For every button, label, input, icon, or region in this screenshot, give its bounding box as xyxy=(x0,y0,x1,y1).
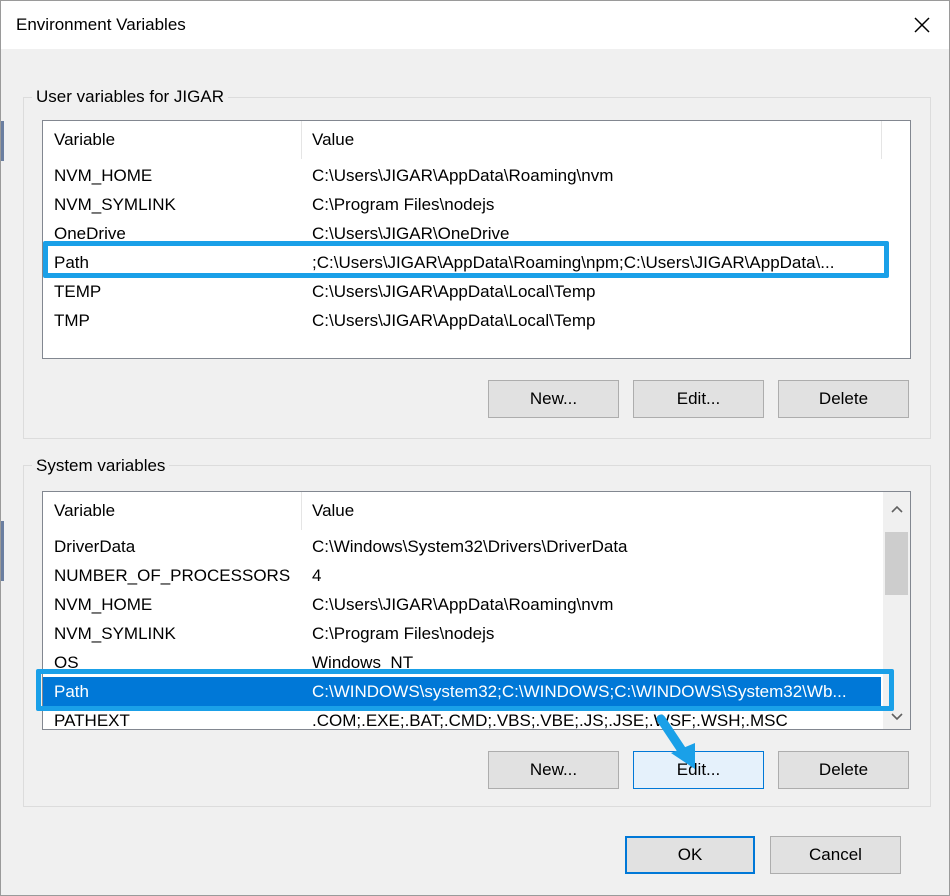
user-list-header: Variable Value xyxy=(43,121,910,159)
system-variables-list[interactable]: Variable Value DriverData C:\Windows\Sys… xyxy=(42,491,911,730)
list-item[interactable]: NUMBER_OF_PROCESSORS 4 xyxy=(43,561,881,590)
list-item-path-selected[interactable]: Path C:\WINDOWS\system32;C:\WINDOWS;C:\W… xyxy=(43,677,881,706)
user-variables-list[interactable]: Variable Value NVM_HOME C:\Users\JIGAR\A… xyxy=(42,120,911,359)
user-edit-button[interactable]: Edit... xyxy=(633,380,764,418)
user-delete-button[interactable]: Delete xyxy=(778,380,909,418)
title-bar: Environment Variables xyxy=(1,1,949,49)
chevron-down-icon xyxy=(890,712,903,720)
list-item[interactable]: NVM_HOME C:\Users\JIGAR\AppData\Roaming\… xyxy=(43,590,881,619)
list-item[interactable]: NVM_SYMLINK C:\Program Files\nodejs xyxy=(43,619,881,648)
system-list-scrollbar[interactable] xyxy=(883,492,910,729)
window-title: Environment Variables xyxy=(16,15,186,34)
arrow-annotation-icon xyxy=(656,714,695,769)
list-item[interactable]: TMP C:\Users\JIGAR\AppData\Local\Temp xyxy=(43,306,910,335)
environment-variables-dialog: Environment Variables User variables for… xyxy=(0,0,950,896)
ok-button[interactable]: OK xyxy=(625,836,755,874)
background-window-edge xyxy=(1,521,4,581)
user-variables-group-label: User variables for JIGAR xyxy=(32,87,228,107)
list-item[interactable]: NVM_HOME C:\Users\JIGAR\AppData\Roaming\… xyxy=(43,161,910,190)
list-item[interactable]: TEMP C:\Users\JIGAR\AppData\Local\Temp xyxy=(43,277,910,306)
system-list-header: Variable Value xyxy=(43,492,910,530)
background-window-edge xyxy=(1,121,4,161)
close-icon xyxy=(914,17,930,33)
list-item[interactable]: OS Windows_NT xyxy=(43,648,881,677)
scroll-thumb[interactable] xyxy=(885,532,908,595)
scroll-up-button[interactable] xyxy=(883,492,910,526)
cancel-button[interactable]: Cancel xyxy=(770,836,901,874)
column-header-value[interactable]: Value xyxy=(301,492,881,530)
list-item[interactable]: PATHEXT .COM;.EXE;.BAT;.CMD;.VBS;.VBE;.J… xyxy=(43,706,881,729)
list-item-path[interactable]: Path ;C:\Users\JIGAR\AppData\Roaming\npm… xyxy=(43,248,910,277)
system-new-button[interactable]: New... xyxy=(488,751,619,789)
user-new-button[interactable]: New... xyxy=(488,380,619,418)
column-header-value[interactable]: Value xyxy=(301,121,881,159)
system-delete-button[interactable]: Delete xyxy=(778,751,909,789)
list-item[interactable]: NVM_SYMLINK C:\Program Files\nodejs xyxy=(43,190,910,219)
system-variables-group-label: System variables xyxy=(32,456,170,476)
chevron-up-icon xyxy=(890,505,903,513)
close-button[interactable] xyxy=(895,1,949,49)
list-item[interactable]: DriverData C:\Windows\System32\Drivers\D… xyxy=(43,532,881,561)
scroll-down-button[interactable] xyxy=(883,702,910,729)
column-header-variable[interactable]: Variable xyxy=(43,121,301,159)
column-header-variable[interactable]: Variable xyxy=(43,492,301,530)
list-item[interactable]: OneDrive C:\Users\JIGAR\OneDrive xyxy=(43,219,910,248)
